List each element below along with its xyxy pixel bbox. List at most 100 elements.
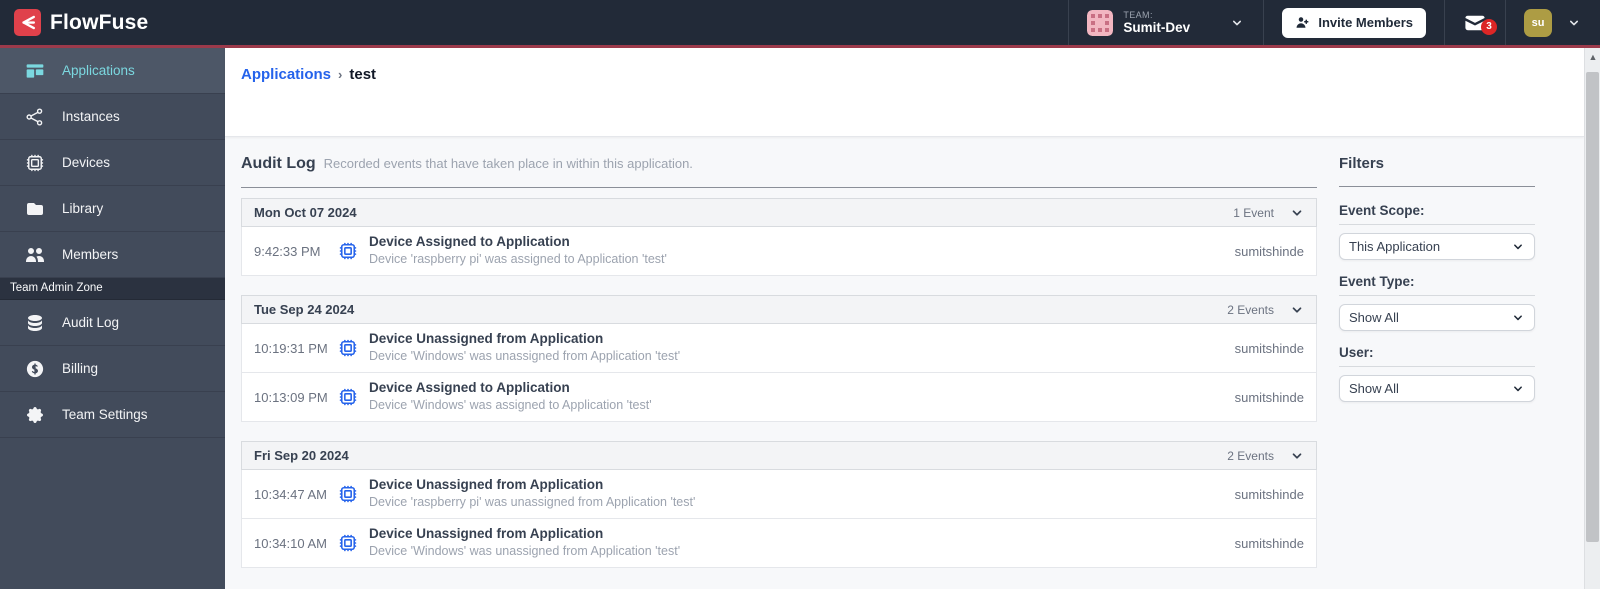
event-time: 10:13:09 PM [254,389,328,405]
audit-event-row: 10:19:31 PM Device Unassigned from Appli… [241,324,1317,373]
gear-icon [25,405,45,425]
content-area: Audit Log Recorded events that have take… [225,137,1584,589]
sidebar-item-applications[interactable]: Applications [0,48,225,94]
user-menu[interactable]: su [1524,8,1582,37]
instances-icon [25,107,45,127]
filter-field: Event Scope: This Application [1339,203,1535,260]
event-time: 10:34:10 AM [254,535,327,551]
members-icon [25,245,45,265]
chevron-down-icon[interactable] [1290,449,1304,463]
filter-selected-value: Show All [1349,381,1399,396]
scrollbar-thumb[interactable] [1586,72,1599,542]
sidebar-main-nav: Applications Instances Devices Library M… [0,48,225,278]
devices-icon [25,153,45,173]
user-plus-icon [1296,17,1309,28]
filter-select[interactable]: Show All [1339,375,1535,402]
tab-bar [241,125,1568,136]
sidebar-item-members[interactable]: Members [0,232,225,278]
filter-fields: Event Scope: This Application Event Type… [1339,203,1535,402]
group-event-count: 2 Events [1227,448,1274,463]
event-time: 10:19:31 PM [254,340,328,356]
group-header[interactable]: Fri Sep 20 2024 2 Events [241,441,1317,470]
sidebar-item-team-settings[interactable]: Team Settings [0,392,225,438]
filter-select[interactable]: This Application [1339,233,1535,260]
divider [1339,186,1535,187]
notifications-section: 3 [1444,0,1505,45]
team-text: TEAM: Sumit-Dev [1123,10,1190,36]
filter-select[interactable]: Show All [1339,304,1535,331]
sidebar-item-devices[interactable]: Devices [0,140,225,186]
group-date: Tue Sep 24 2024 [254,302,355,317]
filter-field: User: Show All [1339,345,1535,402]
event-time: 10:34:47 AM [254,486,327,502]
filters-panel: Filters Event Scope: This Application Ev… [1339,155,1535,589]
event-time: 9:42:33 PM [254,243,321,259]
page-subtitle: Recorded events that have taken place in… [323,156,693,171]
sidebar-admin-nav: Audit Log Billing Team Settings [0,300,225,438]
breadcrumb-applications-link[interactable]: Applications [241,66,331,83]
device-chip-icon [338,484,358,504]
applications-icon [25,61,45,81]
sidebar-item-instances[interactable]: Instances [0,94,225,140]
group-header[interactable]: Tue Sep 24 2024 2 Events [241,295,1317,324]
event-title: Device Unassigned from Application [369,331,604,347]
topbar: FlowFuse TEAM: Sumit-Dev Invite Members … [0,0,1600,45]
sidebar-item-label: Devices [62,155,111,170]
device-chip-icon [338,241,358,261]
event-description: Device 'Windows' was unassigned from App… [369,349,681,364]
event-user: sumitshinde [1234,340,1304,356]
event-description: Device 'raspberry pi' was assigned to Ap… [369,252,667,267]
event-title: Device Assigned to Application [369,380,570,396]
chevron-down-icon [1514,314,1522,320]
breadcrumb: Applications › test [241,66,1568,83]
event-user: sumitshinde [1234,486,1304,502]
audit-log-group: Tue Sep 24 2024 2 Events 10:19:31 PM Dev… [241,295,1317,422]
chevron-down-icon [1514,385,1522,391]
chevron-down-icon[interactable] [1290,303,1304,317]
team-avatar [1087,9,1114,36]
topbar-right: TEAM: Sumit-Dev Invite Members 3 su [1068,0,1600,45]
chevron-down-icon [1233,20,1242,25]
group-event-count: 2 Events [1227,302,1274,317]
chevron-down-icon [1570,20,1578,25]
filter-label: Event Type: [1339,274,1535,296]
user-section: su [1505,0,1600,45]
chevron-down-icon[interactable] [1290,206,1304,220]
group-date: Fri Sep 20 2024 [254,448,349,463]
audit-log-icon [25,313,45,333]
chevron-down-icon [1514,243,1522,249]
sidebar-item-label: Library [62,201,104,216]
group-header[interactable]: Mon Oct 07 2024 1 Event [241,198,1317,227]
sidebar-item-billing[interactable]: Billing [0,346,225,392]
audit-event-row: 9:42:33 PM Device Assigned to Applicatio… [241,227,1317,276]
library-icon [25,199,45,219]
audit-event-row: 10:34:47 AM Device Unassigned from Appli… [241,470,1317,519]
event-user: sumitshinde [1234,535,1304,551]
sidebar-item-label: Billing [62,361,99,376]
sidebar-item-audit-log[interactable]: Audit Log [0,300,225,346]
invite-members-label: Invite Members [1318,15,1413,30]
audit-log-groups: Mon Oct 07 2024 1 Event 9:42:33 PM Devic… [241,198,1317,568]
sidebar-item-library[interactable]: Library [0,186,225,232]
audit-log-group: Mon Oct 07 2024 1 Event 9:42:33 PM Devic… [241,198,1317,276]
audit-log-heading: Audit Log Recorded events that have take… [241,155,1317,173]
flowfuse-app: FlowFuse TEAM: Sumit-Dev Invite Members … [0,0,1600,589]
team-name: Sumit-Dev [1123,19,1191,35]
team-label: TEAM: [1123,9,1153,20]
group-event-count: 1 Event [1233,205,1274,220]
notification-badge: 3 [1481,18,1497,35]
filter-selected-value: Show All [1349,310,1399,325]
brand[interactable]: FlowFuse [0,9,148,36]
event-title: Device Unassigned from Application [369,526,604,542]
invite-members-button[interactable]: Invite Members [1282,7,1426,38]
team-selector[interactable]: TEAM: Sumit-Dev [1068,0,1263,45]
sidebar-item-label: Team Settings [62,407,148,422]
scrollbar-up-arrow[interactable]: ▲ [1585,48,1600,66]
event-description: Device 'Windows' was assigned to Applica… [369,398,652,413]
billing-icon [25,359,45,379]
event-description: Device 'Windows' was unassigned from App… [369,544,681,559]
filter-label: Event Scope: [1339,203,1535,225]
vertical-scrollbar[interactable]: ▲ [1584,48,1600,589]
notifications-button[interactable]: 3 [1463,11,1497,35]
event-title: Device Unassigned from Application [369,477,604,493]
